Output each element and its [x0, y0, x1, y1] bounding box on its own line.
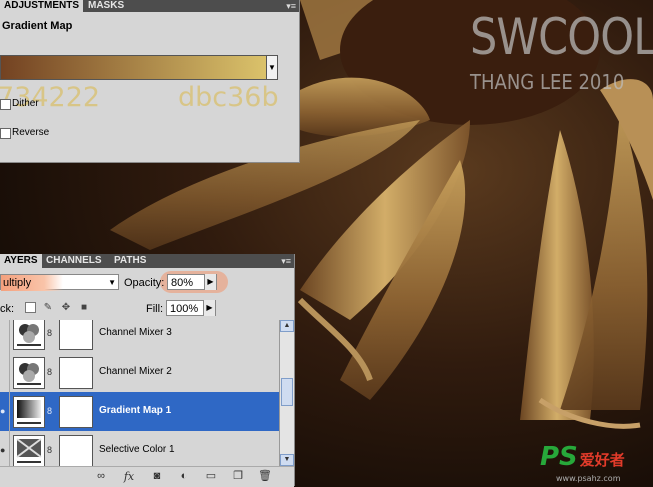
channel-mixer-thumb-icon [13, 320, 45, 350]
link-chain-icon: 8 [47, 445, 53, 455]
gradient-end-hex: dbc36b [178, 82, 279, 113]
link-chain-icon: 8 [47, 406, 53, 416]
tab-paths[interactable]: PATHS [110, 254, 150, 268]
adjustment-icon[interactable]: ◐ [177, 470, 191, 483]
layer-mask-thumb[interactable] [59, 435, 93, 466]
adjustments-tab-bar: ADJUSTMENTS MASKS ▾≡ [0, 0, 299, 12]
visibility-eye-icon[interactable]: ● [0, 431, 10, 466]
dither-label: Dither [12, 98, 39, 109]
tab-adjustments[interactable]: ADJUSTMENTS [0, 0, 84, 12]
layer-row-channel-mixer-2[interactable]: 8 Channel Mixer 2 [0, 353, 279, 393]
layer-name[interactable]: Selective Color 1 [99, 444, 175, 455]
layer-name[interactable]: Gradient Map 1 [99, 405, 171, 416]
logo-ps-text: PS [540, 442, 578, 472]
layer-row-selective-color-1[interactable]: ● 8 Selective Color 1 [0, 431, 279, 466]
scroll-up-icon[interactable]: ▲ [280, 320, 294, 332]
opacity-value: 80% [171, 277, 194, 289]
lock-brush-icon[interactable]: ✎ [42, 302, 54, 314]
layer-mask-thumb[interactable] [59, 396, 93, 428]
watermark-subtitle: THANG LEE 2010 [470, 70, 625, 94]
tab-channels[interactable]: CHANNELS [42, 254, 106, 268]
layer-mask-thumb[interactable] [59, 357, 93, 389]
layers-scrollbar[interactable]: ▲ ▼ [279, 320, 294, 466]
layer-mask-thumb[interactable] [59, 320, 93, 350]
fill-slider-arrow-icon[interactable]: ▶ [203, 300, 215, 316]
visibility-eye-icon[interactable] [0, 353, 10, 392]
dither-checkbox[interactable] [0, 99, 11, 110]
layers-menu-icon[interactable]: ▾≡ [281, 256, 291, 266]
opacity-label: Opacity: [124, 277, 165, 289]
layer-row-gradient-map-1[interactable]: ● 8 Gradient Map 1 [0, 392, 279, 432]
lock-move-icon[interactable]: ✥ [60, 302, 72, 314]
fx-icon[interactable]: fx [122, 470, 136, 483]
mask-icon[interactable]: ◙ [150, 470, 164, 483]
fill-input[interactable]: 100% ▶ [166, 300, 216, 316]
layers-panel: AYERS CHANNELS PATHS ▾≡ ultiply ▼ Opacit… [0, 254, 295, 487]
logo-url: www.psahz.com [556, 474, 621, 483]
gradient-dropdown-button[interactable]: ▼ [266, 55, 278, 80]
lock-label: ck: [0, 303, 15, 315]
gradient-preview-bar[interactable] [0, 55, 268, 80]
link-icon[interactable]: ∞ [94, 470, 108, 483]
visibility-eye-icon[interactable]: ● [0, 392, 10, 431]
opacity-slider-arrow-icon[interactable]: ▶ [204, 274, 216, 290]
scroll-down-icon[interactable]: ▼ [280, 454, 294, 466]
watermark-title: SWCOOL [470, 8, 653, 66]
blend-mode-select[interactable]: ultiply ▼ [0, 274, 119, 291]
blend-mode-value: ultiply [3, 277, 32, 289]
lock-all-icon[interactable]: ■ [78, 302, 90, 314]
fill-value: 100% [170, 303, 199, 315]
channel-mixer-thumb-icon [13, 357, 45, 389]
layer-list: 8 Channel Mixer 3 8 Channel Mixer 2 ● 8 … [0, 320, 279, 466]
new-layer-icon[interactable]: ❐ [231, 470, 245, 483]
tab-masks[interactable]: MASKS [84, 0, 128, 12]
layers-bottom-toolbar: ∞ fx ◙ ◐ ▭ ❐ 🗑 [0, 466, 294, 487]
visibility-eye-icon[interactable] [0, 320, 10, 353]
reverse-label: Reverse [12, 127, 50, 138]
scrollbar-thumb[interactable] [281, 378, 293, 406]
folder-icon[interactable]: ▭ [204, 470, 218, 483]
chevron-down-icon: ▼ [108, 278, 116, 287]
adjustment-title: Gradient Map [2, 20, 73, 32]
adjustments-panel: ADJUSTMENTS MASKS ▾≡ Gradient Map ▼ 7342… [0, 0, 300, 163]
layer-row-channel-mixer-3[interactable]: 8 Channel Mixer 3 [0, 320, 279, 354]
reverse-checkbox[interactable] [0, 128, 11, 139]
link-chain-icon: 8 [47, 367, 53, 377]
link-chain-icon: 8 [47, 328, 53, 338]
lock-transparent-icon[interactable] [25, 302, 36, 313]
fill-label: Fill: [146, 303, 164, 315]
opacity-input[interactable]: 80% ▶ [167, 274, 217, 290]
site-logo: PS 爱好者 [540, 442, 625, 472]
layer-name[interactable]: Channel Mixer 3 [99, 327, 172, 338]
gradient-map-thumb-icon [13, 396, 45, 428]
trash-icon[interactable]: 🗑 [258, 470, 272, 483]
panel-menu-icon[interactable]: ▾≡ [286, 1, 296, 11]
logo-cn-text: 爱好者 [579, 451, 625, 469]
layers-tab-bar: AYERS CHANNELS PATHS ▾≡ [0, 254, 294, 268]
selective-color-thumb-icon [13, 435, 45, 466]
layer-name[interactable]: Channel Mixer 2 [99, 366, 172, 377]
tab-layers[interactable]: AYERS [0, 254, 42, 268]
